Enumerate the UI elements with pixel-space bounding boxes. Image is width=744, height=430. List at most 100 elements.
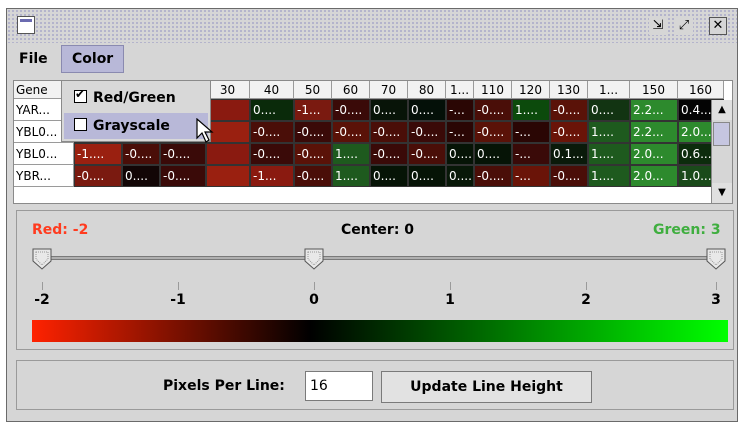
center-slider-thumb[interactable] [304, 248, 324, 270]
table-cell[interactable]: -0.... [160, 165, 206, 187]
row-label[interactable]: YBL0... [14, 143, 74, 165]
column-header[interactable]: 160 [678, 81, 724, 99]
table-cell[interactable]: 1.... [512, 99, 550, 121]
menu-item-label: Red/Green [93, 90, 176, 106]
scroll-thumb[interactable] [713, 122, 730, 146]
table-cell[interactable]: 2.0... [630, 165, 678, 187]
column-header[interactable]: 50 [294, 81, 332, 99]
table-cell[interactable]: -0.... [294, 121, 332, 143]
scroll-up-icon[interactable]: ▲ [712, 100, 732, 120]
menu-color[interactable]: Color [61, 45, 125, 73]
table-cell[interactable]: -0.... [370, 143, 408, 165]
table-cell[interactable]: -0.... [474, 165, 512, 187]
slider-tick [42, 282, 43, 290]
table-cell[interactable]: 2.2... [630, 121, 678, 143]
table-cell[interactable]: 1.... [332, 143, 370, 165]
table-cell[interactable]: 0.... [446, 165, 474, 187]
table-cell[interactable]: -0.... [550, 121, 588, 143]
column-header[interactable]: 1... [446, 81, 474, 99]
table-cell[interactable]: 0.... [122, 165, 160, 187]
restore-icon[interactable]: ⇲ [649, 17, 667, 35]
slider-tick [178, 282, 179, 290]
slider-tick [716, 282, 717, 290]
table-cell[interactable]: -0.... [294, 165, 332, 187]
table-cell[interactable]: 1.... [588, 121, 630, 143]
table-cell[interactable]: -1.... [74, 143, 122, 165]
vertical-scrollbar[interactable]: ▲ ▼ [711, 100, 732, 203]
table-cell[interactable]: 0.... [446, 143, 474, 165]
table-cell[interactable]: 0.1... [550, 143, 588, 165]
table-cell[interactable]: 0.... [370, 165, 408, 187]
table-cell[interactable]: 1.... [332, 165, 370, 187]
column-header[interactable]: 30 [206, 81, 250, 99]
table-cell[interactable]: 1.... [588, 143, 630, 165]
window-icon [17, 16, 35, 34]
table-cell[interactable]: -0.... [550, 165, 588, 187]
title-bar[interactable]: ⇲ ⤢ ✕ [7, 9, 737, 43]
scroll-down-icon[interactable]: ▼ [712, 183, 732, 203]
table-cell[interactable]: -0.... [122, 143, 160, 165]
table-cell[interactable]: 0.... [370, 99, 408, 121]
table-cell[interactable]: -... [446, 99, 474, 121]
table-cell[interactable]: -1... [250, 165, 294, 187]
menu-item-label: Grayscale [93, 118, 170, 134]
close-icon[interactable]: ✕ [709, 17, 727, 35]
column-header[interactable]: 40 [250, 81, 294, 99]
column-header[interactable]: 70 [370, 81, 408, 99]
table-cell[interactable]: -0.... [474, 121, 512, 143]
table-cell[interactable]: 0.... [588, 99, 630, 121]
table-cell[interactable]: -0.... [294, 143, 332, 165]
table-cell[interactable] [206, 165, 250, 187]
column-header[interactable]: 120 [512, 81, 550, 99]
table-cell[interactable]: 2.2... [630, 99, 678, 121]
update-line-height-button[interactable]: Update Line Height [381, 371, 592, 403]
table-cell[interactable]: -0.... [160, 143, 206, 165]
menu-file[interactable]: File [9, 45, 58, 73]
table-cell[interactable]: -... [512, 165, 550, 187]
pixels-per-line-input[interactable] [305, 371, 373, 401]
column-header[interactable]: 1... [588, 81, 630, 99]
column-header[interactable]: 150 [630, 81, 678, 99]
table-cell[interactable]: 0.... [250, 99, 294, 121]
menu-item-grayscale[interactable]: Grayscale [64, 113, 208, 139]
table-cell[interactable]: -0.... [250, 143, 294, 165]
menu-item-red-green[interactable]: Red/Green [64, 85, 208, 111]
table-cell[interactable]: -0.... [250, 121, 294, 143]
table-cell[interactable]: -0.... [370, 121, 408, 143]
table-cell[interactable]: -0.... [408, 121, 446, 143]
table-cell[interactable]: -... [512, 121, 550, 143]
table-cell[interactable]: -0.... [332, 121, 370, 143]
table-cell[interactable]: -0.... [332, 99, 370, 121]
slider-tick-label: 1 [445, 292, 455, 308]
table-cell[interactable]: 2.0... [630, 143, 678, 165]
table-cell[interactable]: 0.... [474, 143, 512, 165]
line-height-panel [16, 360, 734, 410]
row-label[interactable]: YBR... [14, 165, 74, 187]
table-cell[interactable]: 1.... [588, 165, 630, 187]
green-slider-thumb[interactable] [706, 248, 726, 270]
slider-track[interactable] [42, 256, 718, 260]
slider-tick [450, 282, 451, 290]
maximize-icon[interactable]: ⤢ [675, 17, 693, 35]
slider-tick-label: -1 [170, 292, 186, 308]
red-slider-thumb[interactable] [32, 248, 52, 270]
table-cell[interactable]: 0.... [408, 165, 446, 187]
column-header[interactable]: 110 [474, 81, 512, 99]
table-cell[interactable]: -... [512, 143, 550, 165]
slider-tick-label: 2 [581, 292, 591, 308]
table-cell[interactable]: -0.... [550, 99, 588, 121]
column-header[interactable]: 130 [550, 81, 588, 99]
table-cell[interactable]: 0.... [408, 99, 446, 121]
column-header[interactable]: 60 [332, 81, 370, 99]
color-gradient-bar [32, 320, 728, 342]
column-header[interactable]: 80 [408, 81, 446, 99]
table-cell[interactable]: -1... [294, 99, 332, 121]
table-cell[interactable]: -0.... [474, 99, 512, 121]
table-cell[interactable]: -0.... [74, 165, 122, 187]
table-cell[interactable]: -0.... [408, 143, 446, 165]
red-label: Red: -2 [32, 222, 89, 238]
table-cell[interactable]: -... [446, 121, 474, 143]
checkbox-unchecked-icon [74, 118, 87, 131]
slider-tick-label: -2 [34, 292, 50, 308]
table-cell[interactable] [206, 143, 250, 165]
